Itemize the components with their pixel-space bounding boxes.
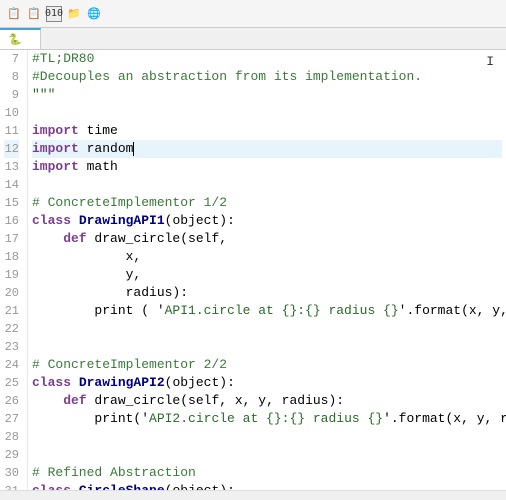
code-line: x, <box>32 248 502 266</box>
line-number: 9 <box>4 86 19 104</box>
line-number: 25 <box>4 374 19 392</box>
globe-icon[interactable]: 🌐 <box>86 6 102 22</box>
code-line <box>32 320 502 338</box>
line-number: 23 <box>4 338 19 356</box>
line-number: 30 <box>4 464 19 482</box>
code-line <box>32 338 502 356</box>
tab-bar: 🐍 <box>0 28 506 50</box>
code-line: class DrawingAPI2(object): <box>32 374 502 392</box>
python-file-icon: 🐍 <box>8 33 22 47</box>
code-line: class DrawingAPI1(object): <box>32 212 502 230</box>
line-number: 10 <box>4 104 19 122</box>
scrollbar-bottom[interactable] <box>0 490 506 500</box>
code-line: print('API2.circle at {}:{} radius {}'.f… <box>32 410 502 428</box>
code-line: print ( 'API1.circle at {}:{} radius {}'… <box>32 302 502 320</box>
line-number: 20 <box>4 284 19 302</box>
text-cursor-indicator: I <box>486 54 494 69</box>
code-line: import math <box>32 158 502 176</box>
code-line <box>32 104 502 122</box>
code-line: def draw_circle(self, x, y, radius): <box>32 392 502 410</box>
line-number: 27 <box>4 410 19 428</box>
line-number: 11 <box>4 122 19 140</box>
code-line <box>32 428 502 446</box>
toolbar: 📋 📋 010 📁 🌐 <box>0 0 506 28</box>
copy-icon[interactable]: 📋 <box>6 6 22 22</box>
code-line: #TL;DR80 <box>32 50 502 68</box>
line-number: 16 <box>4 212 19 230</box>
line-number: 18 <box>4 248 19 266</box>
code-line: import time <box>32 122 502 140</box>
line-number: 22 <box>4 320 19 338</box>
line-number: 8 <box>4 68 19 86</box>
line-number: 26 <box>4 392 19 410</box>
code-line: y, <box>32 266 502 284</box>
code-line: # ConcreteImplementor 2/2 <box>32 356 502 374</box>
line-number: 17 <box>4 230 19 248</box>
file-tab[interactable]: 🐍 <box>0 28 41 49</box>
editor-area: 7891011121314151617181920212223242526272… <box>0 50 506 500</box>
stats-icon[interactable]: 010 <box>46 6 62 22</box>
text-cursor <box>133 142 134 156</box>
line-number: 21 <box>4 302 19 320</box>
code-content[interactable]: #TL;DR80#Decouples an abstraction from i… <box>28 50 506 500</box>
paste-icon[interactable]: 📋 <box>26 6 42 22</box>
code-line: # Refined Abstraction <box>32 464 502 482</box>
line-number: 24 <box>4 356 19 374</box>
code-line <box>32 446 502 464</box>
code-line: #Decouples an abstraction from its imple… <box>32 68 502 86</box>
code-line: def draw_circle(self, <box>32 230 502 248</box>
line-number: 12 <box>4 140 19 158</box>
code-line <box>32 176 502 194</box>
line-number: 29 <box>4 446 19 464</box>
code-line: import random <box>32 140 502 158</box>
line-number: 28 <box>4 428 19 446</box>
line-number: 7 <box>4 50 19 68</box>
line-number: 19 <box>4 266 19 284</box>
code-line: # ConcreteImplementor 1/2 <box>32 194 502 212</box>
line-numbers: 7891011121314151617181920212223242526272… <box>0 50 28 500</box>
code-line: """ <box>32 86 502 104</box>
line-number: 15 <box>4 194 19 212</box>
line-number: 13 <box>4 158 19 176</box>
code-line: radius): <box>32 284 502 302</box>
folder-icon[interactable]: 📁 <box>66 6 82 22</box>
line-number: 14 <box>4 176 19 194</box>
